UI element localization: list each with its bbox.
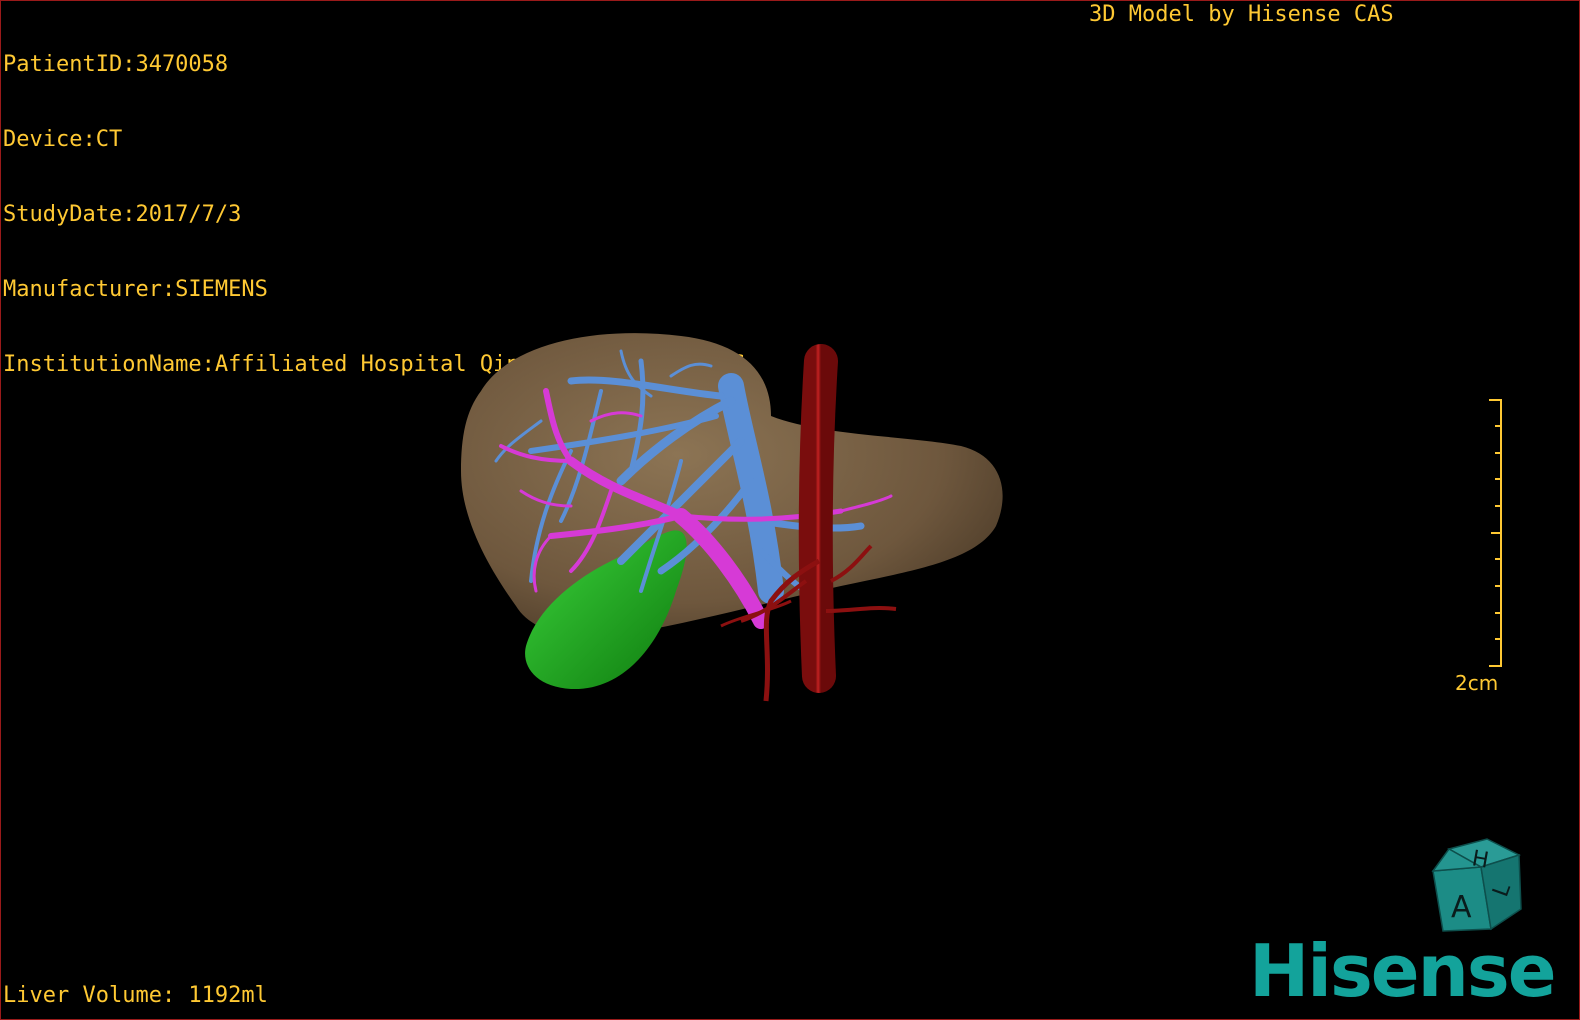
patient-id-text: PatientID:3470058 <box>3 52 229 77</box>
cube-face-a: A <box>1451 890 1472 925</box>
scale-bar <box>1489 399 1502 667</box>
3d-viewport[interactable]: PatientID:3470058 Device:CT StudyDate:20… <box>0 0 1580 1020</box>
hisense-logo: Hisense <box>1249 929 1557 1013</box>
model-credit-text: 3D Model by Hisense CAS <box>1089 2 1394 27</box>
study-date-text: StudyDate:2017/7/3 <box>3 202 242 227</box>
liver-volume-text: Liver Volume: 1192ml <box>3 983 268 1008</box>
manufacturer-text: Manufacturer:SIEMENS <box>3 277 268 302</box>
orientation-cube[interactable]: H A L <box>1429 837 1529 937</box>
liver-3d-model[interactable] <box>441 321 1021 721</box>
scale-label: 2cm <box>1455 671 1499 695</box>
device-text: Device:CT <box>3 127 123 152</box>
